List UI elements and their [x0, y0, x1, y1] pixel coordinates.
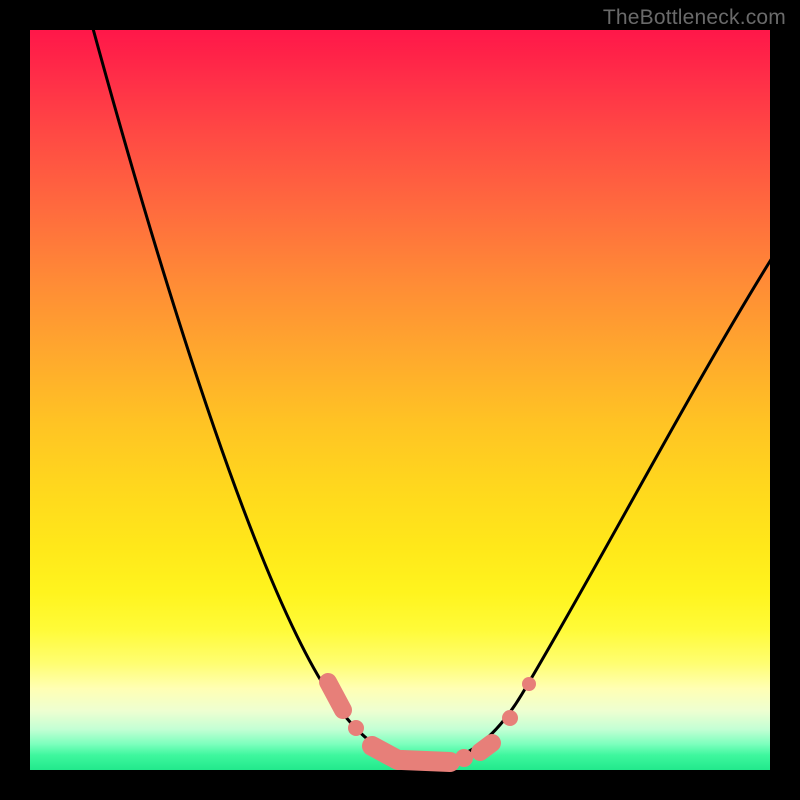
curve-layer: [30, 30, 770, 770]
chart-frame: TheBottleneck.com: [0, 0, 800, 800]
data-marker: [502, 710, 518, 726]
data-marker: [455, 749, 473, 767]
data-marker: [480, 743, 492, 752]
data-marker: [328, 682, 343, 710]
plot-area: [30, 30, 770, 770]
watermark-text: TheBottleneck.com: [603, 6, 786, 30]
data-marker: [348, 720, 364, 736]
bottleneck-curve: [92, 25, 772, 762]
data-marker: [402, 760, 450, 762]
data-marker: [522, 677, 536, 691]
